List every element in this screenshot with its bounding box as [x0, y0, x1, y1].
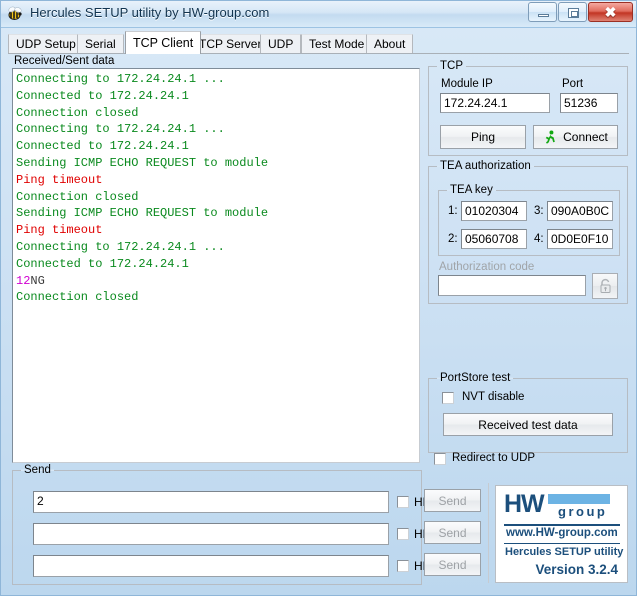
- log-line: Connection closed: [16, 290, 139, 305]
- log-line: Connecting to 172.24.24.1 ...: [16, 122, 225, 137]
- tab-udp-setup[interactable]: UDP Setup: [8, 34, 84, 53]
- send-button-1[interactable]: Send: [424, 489, 481, 512]
- maximize-button[interactable]: [558, 2, 587, 22]
- hw-group-logo: HW group www.HW-group.com Hercules SETUP…: [495, 485, 628, 583]
- log-segment: 12: [16, 273, 31, 288]
- log-line: Connection closed: [16, 189, 139, 204]
- redirect-to-udp-label: Redirect to UDP: [452, 452, 536, 464]
- log-line: Connected to 172.24.24.1: [16, 139, 189, 154]
- send-button-1-label: Send: [438, 493, 467, 508]
- log-line: Ping timeout: [16, 223, 103, 238]
- received-test-data-label: Received test data: [478, 417, 578, 432]
- log-line: Connected to 172.24.24.1: [16, 256, 189, 271]
- tab-about[interactable]: About: [366, 34, 414, 53]
- tea-key-2-index: 2:: [448, 233, 458, 245]
- logo-rule-2: [504, 543, 620, 544]
- send-hex-checkbox-1[interactable]: [397, 496, 409, 508]
- send-button-3-label: Send: [438, 557, 467, 572]
- ping-button[interactable]: Ping: [440, 125, 526, 149]
- close-icon: ✖: [604, 4, 617, 20]
- logo-hw-text: HW: [504, 490, 545, 518]
- received-sent-data-log[interactable]: Connecting to 172.24.24.1 ... Connected t…: [12, 68, 420, 463]
- maximize-icon: [568, 8, 579, 18]
- logo-version: Version 3.2.4: [535, 562, 618, 577]
- title-bar: Hercules SETUP utility by HW-group.com ✖: [0, 0, 637, 28]
- send-input-3[interactable]: [33, 555, 389, 577]
- tab-serial[interactable]: Serial: [77, 34, 124, 53]
- logo-rule: [504, 524, 620, 526]
- log-line: 12NG: [16, 273, 416, 290]
- minimize-button[interactable]: [528, 2, 557, 22]
- window-controls: ✖: [527, 2, 633, 22]
- runner-icon: [545, 129, 555, 144]
- portstore-test-group-label: PortStore test: [437, 372, 514, 384]
- tea-key-group-label: TEA key: [447, 184, 496, 196]
- tea-key-4-input[interactable]: 0D0E0F10: [547, 229, 613, 249]
- received-sent-data-label: Received/Sent data: [14, 55, 115, 67]
- tab-underline: [8, 53, 629, 54]
- logo-group-text: group: [558, 504, 608, 519]
- tea-key-2-input[interactable]: 05060708: [461, 229, 527, 249]
- log-line: Ping timeout: [16, 172, 103, 187]
- tea-authorization-group-label: TEA authorization: [437, 160, 534, 172]
- port-input[interactable]: 51236: [560, 93, 618, 113]
- module-ip-input[interactable]: 172.24.24.1: [440, 93, 550, 113]
- nvt-disable-label: NVT disable: [462, 391, 525, 403]
- tab-strip: UDP Setup Serial TCP Client TCP Server U…: [8, 31, 629, 54]
- send-hex-checkbox-2[interactable]: [397, 528, 409, 540]
- received-test-data-button[interactable]: Received test data: [443, 413, 613, 436]
- tea-key-4-index: 4:: [534, 233, 544, 245]
- send-button-2[interactable]: Send: [424, 521, 481, 544]
- authorization-code-input[interactable]: [438, 275, 586, 296]
- tea-key-1-input[interactable]: 01020304: [461, 201, 527, 221]
- log-line: Connected to 172.24.24.1: [16, 88, 189, 103]
- send-hex-checkbox-3[interactable]: [397, 560, 409, 572]
- bee-icon: [8, 6, 22, 20]
- ping-button-label: Ping: [470, 130, 496, 144]
- tea-key-1-index: 1:: [448, 205, 458, 217]
- tab-tcp-client[interactable]: TCP Client: [125, 31, 202, 54]
- log-segment: NG: [30, 273, 45, 288]
- connect-button-label: Connect: [563, 130, 608, 144]
- panel-divider: [488, 483, 489, 583]
- send-button-2-label: Send: [438, 525, 467, 540]
- port-label: Port: [562, 78, 584, 90]
- tea-key-group: TEA key 1: 01020304 2: 05060708 3: 090A0…: [438, 184, 620, 256]
- log-line: Sending ICMP ECHO REQUEST to module: [16, 206, 269, 221]
- hercules-window: Hercules SETUP utility by HW-group.com ✖…: [0, 0, 637, 596]
- tea-key-3-input[interactable]: 090A0B0C: [547, 201, 613, 221]
- portstore-test-group: PortStore test NVT disable Received test…: [428, 372, 628, 453]
- tcp-group: TCP Module IP 172.24.24.1 Port 51236 Pin…: [428, 60, 628, 156]
- log-line: Sending ICMP ECHO REQUEST to module: [16, 155, 269, 170]
- nvt-disable-checkbox[interactable]: [442, 392, 454, 404]
- connect-button[interactable]: Connect: [533, 125, 618, 149]
- tab-tcp-server[interactable]: TCP Server: [191, 34, 270, 53]
- module-ip-label: Module IP: [441, 78, 493, 90]
- redirect-to-udp-checkbox[interactable]: [434, 453, 446, 465]
- log-line: Connecting to 172.24.24.1 ...: [16, 239, 225, 254]
- tea-key-3-index: 3:: [534, 205, 544, 217]
- log-line: Connection closed: [16, 105, 139, 120]
- send-input-1[interactable]: 2: [33, 491, 389, 513]
- authorization-code-label: Authorization code: [439, 261, 535, 273]
- minimize-icon: [538, 14, 549, 17]
- logo-accent-bar: [548, 494, 610, 504]
- logo-url: www.HW-group.com: [506, 527, 618, 539]
- log-line: Connecting to 172.24.24.1 ...: [16, 72, 225, 86]
- close-button[interactable]: ✖: [588, 2, 633, 22]
- padlock-icon: [600, 278, 610, 293]
- send-button-3[interactable]: Send: [424, 553, 481, 576]
- send-input-2[interactable]: [33, 523, 389, 545]
- logo-app-name: Hercules SETUP utility: [505, 546, 624, 558]
- send-group: Send 2 HEX HEX HEX: [12, 464, 439, 585]
- send-group-label: Send: [21, 464, 54, 476]
- tab-udp[interactable]: UDP: [260, 34, 302, 53]
- tcp-group-label: TCP: [437, 60, 466, 72]
- authorization-lock-button[interactable]: [592, 273, 618, 299]
- tab-test-mode[interactable]: Test Mode: [301, 34, 373, 53]
- window-title: Hercules SETUP utility by HW-group.com: [30, 5, 270, 20]
